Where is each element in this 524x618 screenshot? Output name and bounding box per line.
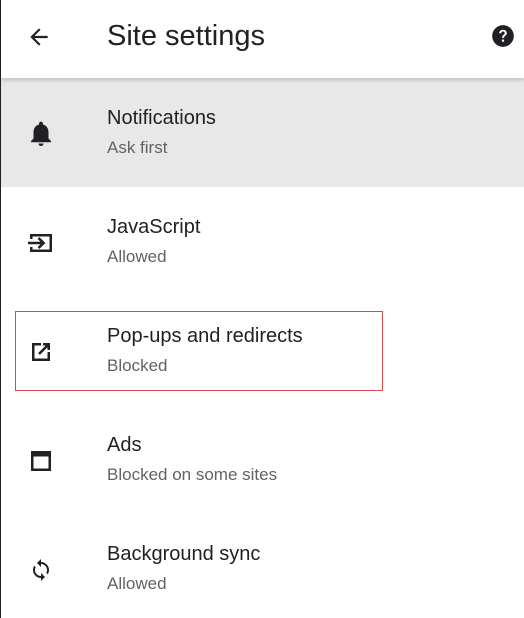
back-button[interactable] [19,17,59,57]
setting-title: Background sync [107,543,261,565]
arrow-back-icon [26,24,52,50]
open-in-new-icon [23,334,59,370]
settings-list: Notifications Ask first JavaScript Allow… [1,78,524,618]
setting-title: Ads [107,434,142,456]
setting-row-notifications[interactable]: Notifications Ask first [1,78,524,187]
setting-status: Allowed [107,247,167,266]
setting-title: JavaScript [107,216,201,238]
setting-row-javascript[interactable]: JavaScript Allowed [1,187,524,296]
ads-window-icon [23,443,59,479]
bell-icon [23,116,59,152]
sync-icon [23,552,59,588]
setting-title: Notifications [107,107,216,129]
setting-row-background-sync[interactable]: Background sync Allowed [1,514,524,618]
setting-row-popups[interactable]: Pop-ups and redirects Blocked [1,296,524,405]
setting-title: Pop-ups and redirects [107,325,303,347]
setting-status: Blocked on some sites [107,465,278,484]
setting-row-ads[interactable]: Ads Blocked on some sites [1,405,524,514]
app-bar: Site settings [1,0,524,78]
help-icon [490,23,516,49]
site-settings-screen: Site settings Notifications Ask first Ja… [0,0,524,618]
setting-status: Allowed [107,574,167,593]
setting-status: Ask first [107,138,168,157]
help-button[interactable] [487,20,519,52]
setting-status: Blocked [107,356,168,375]
page-title: Site settings [107,20,265,52]
javascript-icon [23,225,59,261]
